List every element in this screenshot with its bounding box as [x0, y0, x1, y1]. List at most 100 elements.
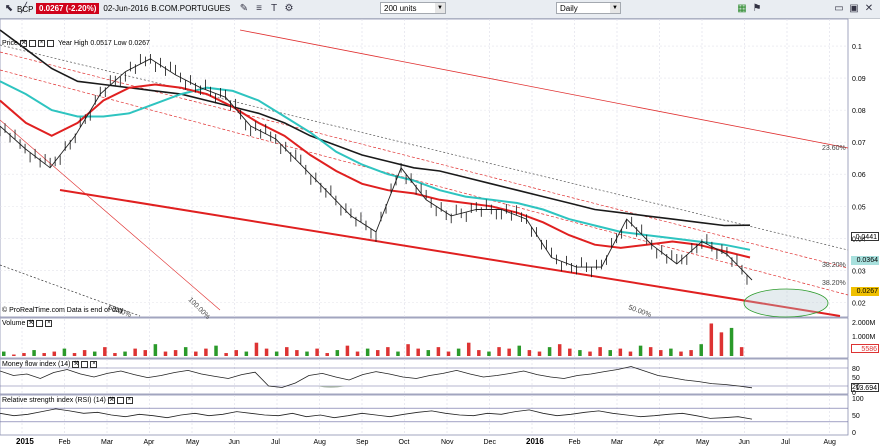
rsi-axis-label: 50 [852, 413, 860, 420]
volume-bar [325, 353, 329, 356]
volume-bar [557, 344, 562, 356]
volume-bar [487, 351, 491, 356]
price-axis-label: 0.05 [852, 204, 866, 211]
volume-bar [537, 351, 542, 356]
x-tick-label: Nov [441, 439, 454, 446]
volume-bar [2, 351, 6, 356]
x-tick-label: Dec [484, 439, 497, 446]
x-tick-label: May [186, 439, 200, 446]
volume-bar [618, 348, 623, 356]
x-tick-label: Feb [569, 439, 581, 446]
x-tick-label: Aug [824, 439, 837, 446]
volume-bar [295, 350, 299, 356]
close-icon[interactable]: × [37, 40, 45, 47]
volume-bar [133, 348, 137, 356]
price-panel-header: Price ⚒ × Year High 0.0517 Low 0.0267 [2, 38, 150, 49]
volume-bar [305, 351, 309, 356]
x-tick-label: Mar [611, 439, 624, 446]
x-tick-label: Aug [314, 439, 327, 446]
x-tick-label: Oct [399, 439, 410, 446]
volume-bar [729, 327, 734, 356]
volume-bar [62, 348, 67, 356]
volume-bar [507, 348, 511, 356]
price-panel-title: Price [2, 40, 18, 47]
x-tick-label: Apr [144, 439, 156, 446]
volume-bar [153, 344, 158, 356]
maximize-icon[interactable] [36, 320, 44, 327]
volume-bar [679, 351, 683, 356]
volume-bar [234, 350, 238, 356]
volume-bar [214, 345, 218, 356]
close-icon[interactable]: × [90, 361, 98, 368]
volume-bar [82, 350, 87, 356]
mfi-axis-label: 80 [852, 366, 860, 373]
highlight-ellipse [743, 288, 829, 318]
close-icon[interactable]: × [45, 320, 53, 327]
mfi-tag: 13.694 [851, 383, 879, 392]
volume-bar [224, 353, 228, 356]
volume-bar [183, 347, 188, 356]
maximize-icon[interactable] [28, 40, 36, 47]
maximize-icon[interactable] [81, 361, 89, 368]
volume-tag: 5586 [851, 344, 879, 353]
x-tick-label: Sep [356, 439, 369, 446]
volume-bar [689, 350, 693, 356]
mfi-panel-title: Money flow index (14) [2, 361, 71, 368]
volume-bar [32, 350, 36, 356]
volume-axis-label: 2.000M [852, 320, 876, 327]
volume-bar [527, 350, 532, 356]
volume-bar [315, 348, 319, 356]
volume-bar [578, 350, 582, 356]
fib-label: 38.20% [822, 280, 846, 287]
price-tag-cyan: 0.0364 [851, 256, 879, 265]
x-tick-label: 2015 [16, 437, 34, 446]
wrench-icon[interactable]: ⚒ [27, 320, 35, 327]
volume-bar [669, 348, 673, 356]
volume-bar [436, 347, 441, 356]
volume-bar [204, 348, 208, 356]
mfi-panel-header: Money flow index (14) ⚒ × [2, 359, 98, 370]
price-tag-last: 0.0267 [851, 287, 879, 296]
wrench-icon[interactable]: ⚒ [107, 397, 115, 404]
volume-bar [163, 351, 168, 356]
expand-icon[interactable] [46, 40, 54, 47]
volume-bar [588, 351, 592, 356]
price-axis-label: 0.07 [852, 140, 866, 147]
volume-bar [608, 350, 612, 356]
volume-bar [376, 350, 380, 356]
price-panel [0, 18, 849, 318]
close-icon[interactable]: × [125, 397, 133, 404]
volume-bar [386, 347, 390, 356]
source-note: © ProRealTime.com Data is end of day [2, 307, 124, 314]
volume-bar [659, 350, 663, 356]
x-tick-label: Feb [59, 439, 71, 446]
wrench-icon[interactable]: ⚒ [72, 361, 80, 368]
volume-bar [173, 350, 178, 356]
volume-bar [365, 348, 370, 356]
volume-bar [568, 348, 572, 356]
volume-bar [466, 342, 471, 356]
volume-bar [285, 347, 289, 356]
volume-bar [345, 345, 350, 356]
wrench-icon[interactable]: ⚒ [19, 40, 27, 47]
x-tick-label: Jun [739, 439, 750, 446]
fib-label: 38.20% [822, 262, 846, 269]
x-tick-label: Apr [654, 439, 666, 446]
price-axis-label: 0.08 [852, 108, 866, 115]
volume-bar [598, 347, 602, 356]
volume-bar [497, 347, 501, 356]
volume-bar [709, 323, 714, 356]
maximize-icon[interactable] [116, 397, 124, 404]
x-tick-label: Mar [101, 439, 114, 446]
volume-bar [456, 348, 461, 356]
price-axis-label: 0.03 [852, 268, 866, 275]
volume-bar [335, 350, 340, 356]
x-tick-label: Jun [229, 439, 240, 446]
x-tick-label: 2016 [526, 437, 544, 446]
x-tick-label: Jul [271, 439, 280, 446]
rsi-panel-title: Relative strength index (RSI) (14) [2, 397, 106, 404]
volume-bar [264, 348, 269, 356]
chart-canvas: 2015 Feb Mar Apr May Jun Jul Aug Sep Oct Nov Dec 201… [0, 18, 876, 446]
volume-bar [739, 347, 744, 356]
volume-bar [42, 353, 46, 356]
